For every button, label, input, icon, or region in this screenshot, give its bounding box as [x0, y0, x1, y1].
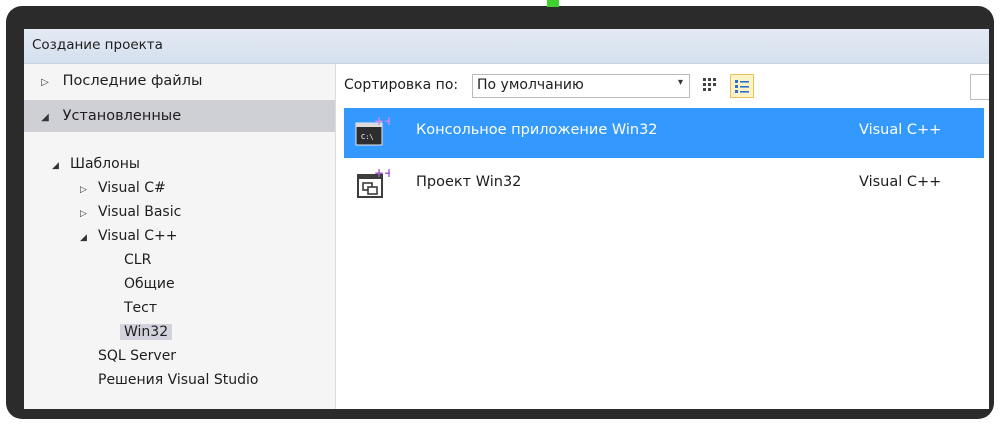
template-row-win32-project[interactable]: ++ Проект Win32 Visual C++ [344, 160, 984, 210]
template-sidebar: ▷ Последние файлы ◢ Установленные ◢ Шабло… [24, 64, 336, 409]
sort-dropdown[interactable]: По умолчанию ▾ [472, 74, 690, 98]
tree-item-general[interactable]: Общие [124, 272, 175, 296]
tree-item-win32[interactable]: Win32 [120, 320, 173, 344]
sidebar-item-recent[interactable]: ▷ Последние файлы [24, 69, 335, 93]
tree-item-clr[interactable]: CLR [124, 248, 151, 272]
green-marker [547, 0, 559, 7]
tree-item-visual-basic[interactable]: ▷ Visual Basic [80, 200, 181, 224]
template-row-console-app[interactable]: C:\ ++ Консольное приложение Win32 Visua… [344, 108, 984, 158]
tree-item-visual-csharp[interactable]: ▷ Visual C# [80, 176, 166, 200]
collapse-arrow-icon[interactable]: ◢ [52, 154, 64, 178]
template-name: Проект Win32 [416, 174, 522, 190]
template-language: Visual C++ [859, 174, 942, 190]
svg-text:++: ++ [374, 115, 390, 128]
expand-arrow-icon[interactable]: ▷ [38, 71, 52, 95]
collapse-arrow-icon[interactable]: ◢ [80, 226, 92, 250]
dialog-title: Создание проекта [32, 37, 163, 53]
expand-arrow-icon[interactable]: ▷ [80, 178, 92, 202]
sort-label: Сортировка по: [344, 77, 459, 93]
collapse-arrow-icon[interactable]: ◢ [38, 102, 52, 134]
expand-arrow-icon[interactable]: ▷ [80, 202, 92, 226]
tree-item-label: Visual C# [98, 180, 166, 196]
sidebar-item-installed[interactable]: ◢ Установленные [24, 100, 335, 132]
tree-item-label: Visual C++ [98, 228, 178, 244]
tree-item-templates[interactable]: ◢ Шаблоны [52, 152, 140, 176]
tree-item-sql-server[interactable]: SQL Server [98, 344, 176, 368]
list-view-icon[interactable] [730, 74, 754, 98]
title-bar: Создание проекта [24, 29, 989, 64]
svg-text:C:\: C:\ [361, 133, 374, 141]
template-name: Консольное приложение Win32 [416, 122, 658, 138]
search-box-edge[interactable] [970, 74, 989, 100]
tree-item-vs-solutions[interactable]: Решения Visual Studio [98, 368, 258, 392]
console-app-icon: C:\ ++ [354, 114, 394, 149]
tree-item-test[interactable]: Тест [124, 296, 157, 320]
chevron-down-icon[interactable]: ▾ [678, 77, 683, 88]
tree-item-label: Visual Basic [98, 204, 182, 220]
tree-item-label: Шаблоны [70, 156, 140, 172]
grid-view-icon[interactable] [700, 75, 720, 95]
sort-value: По умолчанию [477, 77, 584, 93]
tree-item-label-selected: Win32 [120, 324, 173, 340]
svg-text:++: ++ [374, 167, 390, 180]
tree-item-visual-cpp[interactable]: ◢ Visual C++ [80, 224, 177, 248]
sidebar-item-label: Установленные [62, 108, 182, 124]
new-project-dialog: Создание проекта ▷ Последние файлы ◢ Уст… [24, 29, 989, 409]
win32-project-icon: ++ [354, 166, 394, 201]
sidebar-item-label: Последние файлы [62, 73, 203, 89]
template-language: Visual C++ [859, 122, 942, 138]
sort-toolbar: Сортировка по: По умолчанию ▾ [344, 74, 984, 100]
